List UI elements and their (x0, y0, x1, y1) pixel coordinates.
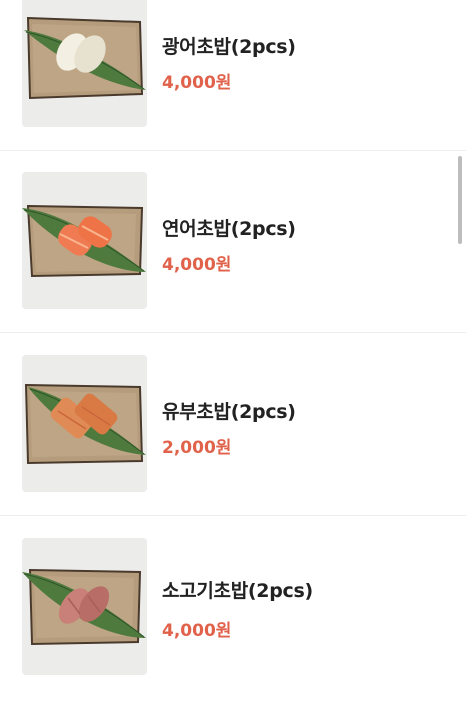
menu-item-image[interactable] (22, 355, 147, 492)
scrollbar[interactable] (458, 156, 462, 244)
menu-item-price: 4,000원 (162, 255, 232, 275)
menu-item-name: 연어초밥(2pcs) (162, 218, 296, 240)
sushi-plate-image (22, 538, 147, 675)
divider (0, 332, 466, 333)
menu-item-price: 2,000원 (162, 438, 232, 458)
divider (0, 515, 466, 516)
menu-item-price: 4,000원 (162, 73, 232, 93)
sushi-plate-image (22, 0, 147, 127)
divider (0, 150, 466, 151)
menu-item-name: 소고기초밥(2pcs) (162, 580, 313, 602)
menu-item-image[interactable] (22, 172, 147, 309)
sushi-plate-image (22, 172, 147, 309)
menu-item-name: 광어초밥(2pcs) (162, 36, 296, 58)
menu-item-name: 유부초밥(2pcs) (162, 401, 296, 423)
menu-item-inari-sushi[interactable]: 유부초밥(2pcs) 2,000원 (0, 355, 466, 537)
menu-item-beef-sushi[interactable]: 소고기초밥(2pcs) 4,000원 (0, 538, 466, 720)
sushi-plate-image (22, 355, 147, 492)
menu-item-flatfish-sushi[interactable]: 광어초밥(2pcs) 4,000원 (0, 0, 466, 172)
menu-item-image[interactable] (22, 0, 147, 127)
menu-item-image[interactable] (22, 538, 147, 675)
menu-item-salmon-sushi[interactable]: 연어초밥(2pcs) 4,000원 (0, 172, 466, 354)
menu-item-price: 4,000원 (162, 621, 232, 641)
